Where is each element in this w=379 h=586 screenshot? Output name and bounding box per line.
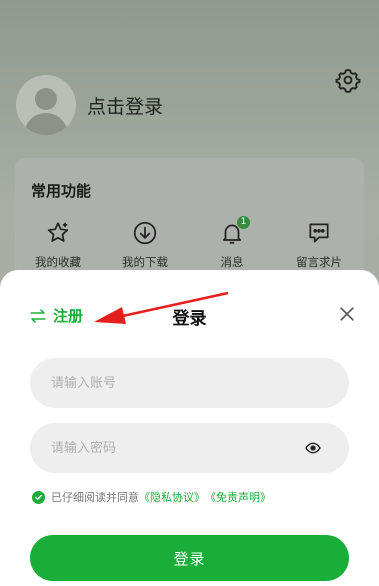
feature-request-movie[interactable]: 留言求片 <box>279 220 359 270</box>
common-features-card: 常用功能 我的收藏 我的下载 1 消息 留言求片 <box>15 158 364 288</box>
avatar[interactable] <box>16 75 76 135</box>
features-title: 常用功能 <box>31 182 92 200</box>
feature-label: 我的下载 <box>122 255 168 269</box>
message-badge: 1 <box>237 216 250 229</box>
download-icon <box>133 221 157 245</box>
agreement-checkbox[interactable] <box>32 490 45 504</box>
agreement-text: 已仔细阅读并同意 <box>51 491 139 504</box>
feature-label: 消息 <box>220 255 244 269</box>
account-input[interactable] <box>30 375 349 391</box>
disclaimer-link[interactable]: 《免责声明》 <box>205 489 271 505</box>
eye-icon[interactable] <box>305 440 321 456</box>
login-title: 登录 <box>172 309 207 329</box>
account-field[interactable] <box>30 358 349 408</box>
click-to-login-text[interactable]: 点击登录 <box>87 92 163 119</box>
feature-label: 留言求片 <box>296 255 342 269</box>
settings-gear-icon[interactable] <box>335 67 361 93</box>
password-input[interactable] <box>30 440 349 456</box>
login-button[interactable]: 登录 <box>30 535 349 581</box>
message-icon <box>309 223 329 243</box>
agreement-row: 已仔细阅读并同意 《隐私协议》 《免责声明》 <box>32 489 271 505</box>
feature-messages[interactable]: 1 消息 <box>192 216 272 270</box>
privacy-link[interactable]: 《隐私协议》 <box>139 489 205 505</box>
star-icon <box>47 222 69 242</box>
feature-favorites[interactable]: 我的收藏 <box>18 220 98 270</box>
login-sheet: 注册 登录 已仔细阅读并同意 《隐私协议》 《免责声明》 登录 <box>0 270 379 586</box>
close-icon[interactable] <box>337 304 357 324</box>
password-field[interactable] <box>30 423 349 473</box>
feature-label: 我的收藏 <box>35 255 81 269</box>
feature-downloads[interactable]: 我的下载 <box>105 220 185 270</box>
check-icon <box>35 494 42 500</box>
